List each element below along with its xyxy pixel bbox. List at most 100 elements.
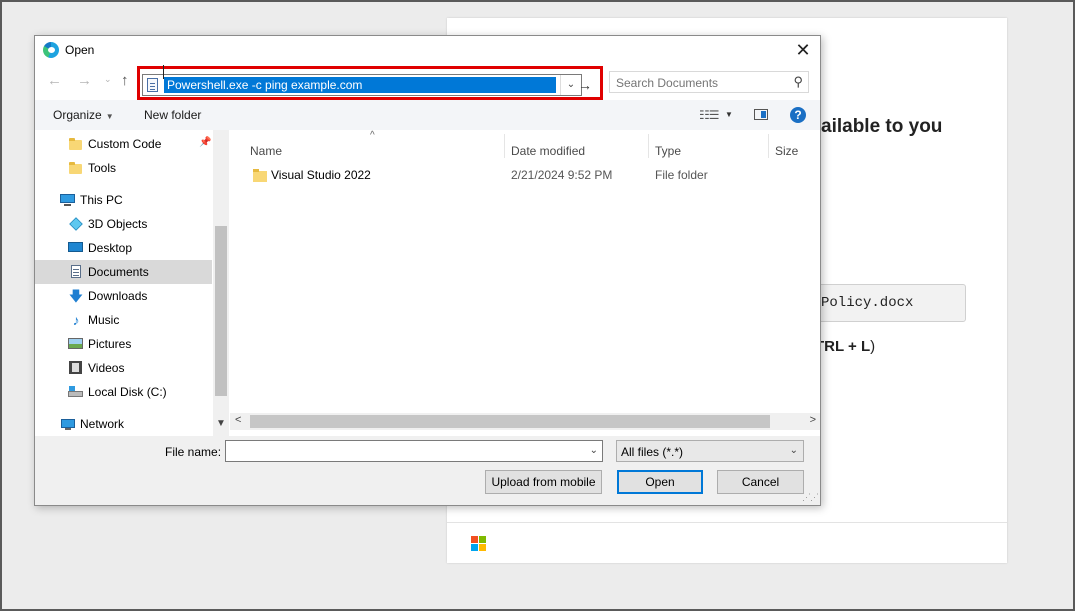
nav-item-desktop[interactable]: Desktop bbox=[35, 236, 212, 260]
back-arrow-icon[interactable]: ← bbox=[47, 72, 62, 89]
nav-item-this-pc[interactable]: This PC bbox=[35, 188, 212, 212]
document-icon bbox=[147, 78, 158, 92]
file-list-pane: ^ Name Date modified Type Size Visual St… bbox=[230, 130, 820, 436]
scroll-right-chevron-icon[interactable]: > bbox=[810, 414, 816, 426]
shortcut-keys: TRL + L bbox=[815, 338, 871, 355]
shortcut-close-paren: ) bbox=[870, 338, 876, 355]
nav-item-label: Tools bbox=[88, 161, 117, 175]
documents-icon bbox=[68, 264, 84, 280]
file-type-filter-value: All files (*.*) bbox=[621, 445, 684, 459]
nav-item-label: Desktop bbox=[88, 241, 133, 255]
navigation-pane: Custom Code 📌 Tools This PC 3D Objects D… bbox=[35, 130, 229, 436]
file-date-cell: 2/21/2024 9:52 PM bbox=[511, 168, 613, 182]
videos-icon bbox=[68, 360, 84, 376]
nav-item-label: Videos bbox=[88, 361, 125, 375]
close-button[interactable]: ✕ bbox=[788, 38, 818, 62]
nav-item-3d-objects[interactable]: 3D Objects bbox=[35, 212, 212, 236]
sort-ascending-icon: ^ bbox=[370, 130, 375, 141]
microsoft-logo-icon bbox=[471, 536, 486, 551]
network-icon bbox=[60, 416, 76, 432]
upload-from-mobile-button[interactable]: Upload from mobile bbox=[485, 470, 602, 494]
column-header-type[interactable]: Type bbox=[655, 144, 681, 158]
dialog-titlebar: Open ✕ bbox=[35, 36, 820, 64]
nav-item-custom-code[interactable]: Custom Code 📌 bbox=[35, 132, 212, 156]
column-header-date-modified[interactable]: Date modified bbox=[511, 144, 585, 158]
scroll-left-chevron-icon[interactable]: < bbox=[235, 414, 241, 426]
nav-pane-scrollbar[interactable]: ▼ bbox=[213, 130, 229, 436]
file-type-filter-select[interactable]: All files (*.*) ⌄ bbox=[616, 440, 804, 462]
cancel-button[interactable]: Cancel bbox=[717, 470, 804, 494]
details-view-icon[interactable]: ☷☰ bbox=[699, 108, 719, 122]
nav-item-documents[interactable]: Documents bbox=[35, 260, 212, 284]
horizontal-scroll-thumb[interactable] bbox=[250, 415, 770, 428]
nav-item-videos[interactable]: Videos bbox=[35, 356, 212, 380]
go-arrow-button[interactable]: → bbox=[575, 74, 595, 96]
navigation-row: ← → ⌄ ↑ Powershell.exe -c ping example.c… bbox=[35, 65, 820, 100]
address-bar[interactable]: Powershell.exe -c ping example.com ⌄ bbox=[142, 74, 582, 96]
nav-item-label: Documents bbox=[88, 265, 149, 279]
nav-item-tools[interactable]: Tools bbox=[35, 156, 212, 180]
resize-grip-icon[interactable]: ⋰⋰ bbox=[802, 492, 819, 503]
organize-menu[interactable]: Organize ▼ bbox=[53, 108, 114, 122]
search-box[interactable]: ⚲ bbox=[609, 71, 809, 94]
dialog-title: Open bbox=[65, 43, 95, 57]
3d-objects-icon bbox=[68, 216, 84, 232]
nav-item-label: Pictures bbox=[88, 337, 132, 351]
search-input[interactable] bbox=[610, 72, 793, 94]
file-name-dropdown-chevron-icon[interactable]: ⌄ bbox=[590, 445, 598, 456]
nav-pane-scroll-thumb[interactable] bbox=[215, 226, 227, 396]
column-header-name[interactable]: Name bbox=[250, 144, 282, 158]
filter-chevron-down-icon: ⌄ bbox=[789, 445, 798, 456]
pin-icon[interactable]: 📌 bbox=[199, 137, 211, 148]
folder-icon bbox=[253, 167, 269, 183]
nav-item-label: Local Disk (C:) bbox=[88, 385, 167, 399]
file-row[interactable]: Visual Studio 2022 2/21/2024 9:52 PM Fil… bbox=[245, 164, 815, 186]
background-shortcut-text: TRL + L) bbox=[815, 338, 875, 355]
nav-item-label: 3D Objects bbox=[88, 217, 148, 231]
column-separator[interactable] bbox=[648, 134, 649, 158]
recent-locations-chevron-icon[interactable]: ⌄ bbox=[104, 74, 112, 85]
scroll-down-chevron-icon[interactable]: ▼ bbox=[216, 418, 226, 429]
folder-icon bbox=[68, 160, 84, 176]
downloads-icon: 🡇 bbox=[68, 288, 84, 304]
this-pc-icon bbox=[60, 192, 76, 208]
background-footer-divider bbox=[447, 522, 1007, 523]
file-name-cell: Visual Studio 2022 bbox=[271, 168, 371, 182]
horizontal-scrollbar[interactable]: < > bbox=[230, 413, 820, 430]
open-file-dialog: Open ✕ ← → ⌄ ↑ Powershell.exe -c ping ex… bbox=[34, 35, 821, 506]
file-type-cell: File folder bbox=[655, 168, 708, 182]
chevron-down-icon: ▼ bbox=[105, 112, 114, 121]
preview-pane-icon[interactable] bbox=[754, 109, 768, 120]
nav-item-pictures[interactable]: Pictures bbox=[35, 332, 212, 356]
folder-icon bbox=[68, 136, 84, 152]
new-folder-button[interactable]: New folder bbox=[144, 108, 201, 122]
view-options-chevron-icon[interactable]: ▼ bbox=[725, 110, 733, 119]
nav-item-label: Custom Code bbox=[88, 137, 162, 151]
column-header-size[interactable]: Size bbox=[775, 144, 798, 158]
file-name-input[interactable]: ⌄ bbox=[225, 440, 603, 462]
nav-item-label: Network bbox=[80, 417, 125, 431]
edge-browser-icon bbox=[43, 42, 59, 58]
command-toolbar: Organize ▼ New folder ☷☰ ▼ ? bbox=[35, 100, 820, 130]
nav-item-label: Music bbox=[88, 313, 120, 327]
pictures-icon bbox=[68, 336, 84, 352]
nav-item-label: This PC bbox=[80, 193, 123, 207]
nav-item-downloads[interactable]: 🡇 Downloads bbox=[35, 284, 212, 308]
desktop-icon bbox=[68, 240, 84, 256]
column-separator[interactable] bbox=[768, 134, 769, 158]
nav-item-network[interactable]: Network bbox=[35, 412, 212, 436]
text-cursor-icon bbox=[163, 65, 164, 79]
open-button[interactable]: Open bbox=[617, 470, 703, 494]
search-icon[interactable]: ⚲ bbox=[793, 74, 803, 90]
disk-icon bbox=[68, 384, 84, 400]
nav-item-local-disk[interactable]: Local Disk (C:) bbox=[35, 380, 212, 404]
file-name-label: File name: bbox=[165, 445, 222, 459]
forward-arrow-icon[interactable]: → bbox=[77, 72, 92, 89]
dialog-bottom-area: File name: ⌄ All files (*.*) ⌄ Upload fr… bbox=[35, 436, 820, 505]
up-arrow-icon[interactable]: ↑ bbox=[121, 72, 129, 89]
address-input[interactable]: Powershell.exe -c ping example.com bbox=[164, 77, 556, 93]
help-icon[interactable]: ? bbox=[790, 107, 806, 123]
nav-item-music[interactable]: ♪ Music bbox=[35, 308, 212, 332]
column-separator[interactable] bbox=[504, 134, 505, 158]
background-heading: ailable to you bbox=[821, 116, 943, 137]
